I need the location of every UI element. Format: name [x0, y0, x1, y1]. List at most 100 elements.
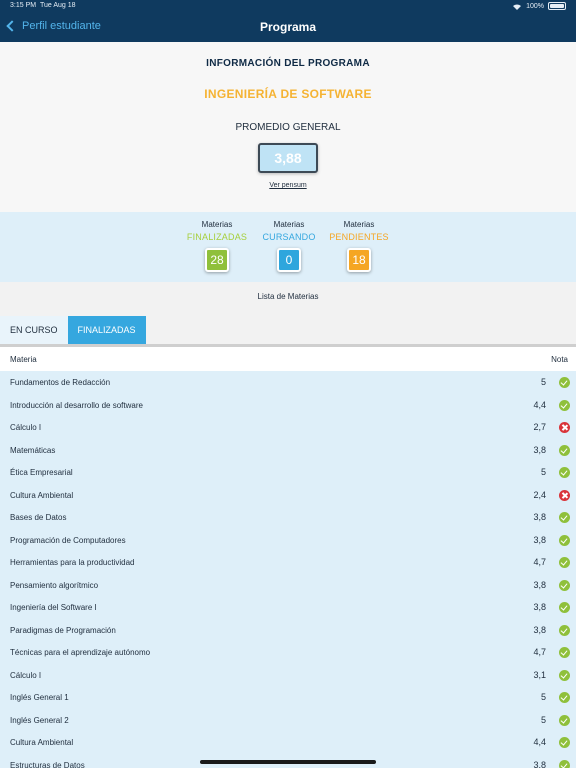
info-heading: INFORMACIÓN DEL PROGRAMA	[206, 58, 370, 69]
subject-name: Técnicas para el aprendizaje autónomo	[10, 648, 151, 657]
passed-check-icon	[559, 467, 570, 478]
table-row[interactable]: Inglés General 1 5	[0, 686, 576, 709]
home-indicator[interactable]	[200, 760, 376, 764]
counter-finalizadas: Materias FINALIZADAS 28	[177, 220, 257, 272]
table-row[interactable]: Herramientas para la productividad 4,7	[0, 551, 576, 574]
subject-name: Estructuras de Datos	[10, 760, 85, 768]
table-row[interactable]: Programación de Computadores 3,8	[0, 528, 576, 551]
table-row[interactable]: Introducción al desarrollo de software 4,…	[0, 393, 576, 416]
subject-grade: 4,7	[533, 557, 546, 567]
subject-name: Cultura Ambiental	[10, 490, 74, 500]
column-header-grade: Nota	[551, 355, 568, 364]
passed-check-icon	[559, 669, 570, 681]
average-value: 3,88	[258, 143, 318, 173]
passed-check-icon	[559, 512, 570, 523]
subject-name: Inglés General 2	[10, 715, 69, 725]
counter-label: CURSANDO	[262, 232, 316, 242]
passed-check-icon	[559, 759, 570, 768]
subject-name: Matemáticas	[10, 445, 56, 455]
passed-check-icon	[559, 444, 570, 456]
counter-value: 28	[205, 248, 229, 272]
subject-grade: 5	[540, 467, 546, 477]
passed-check-icon	[559, 602, 570, 613]
passed-check-icon	[559, 647, 570, 658]
subject-grade: 3,1	[533, 669, 546, 680]
average-label: PROMEDIO GENERAL	[235, 122, 341, 133]
subject-grade: 5	[540, 692, 546, 702]
subject-name: Fundamentos de Redacción	[10, 378, 111, 387]
counter-small-label: Materias	[273, 220, 305, 229]
battery-percent: 100%	[526, 2, 544, 10]
table-body: Fundamentos de Redacción 5 Introducción al…	[0, 371, 576, 768]
subject-name: Cálculo I	[10, 670, 42, 680]
subjects-table[interactable]: Materia Nota Fundamentos de Redacción 5 In…	[0, 347, 576, 768]
table-row[interactable]: Cultura Ambiental 2,4	[0, 483, 576, 506]
tab-en-curso[interactable]: EN CURSO	[0, 316, 68, 344]
subject-name: Pensamiento algorítmico	[10, 580, 99, 590]
table-row[interactable]: Matemáticas 3,8	[0, 438, 576, 461]
program-name: INGENIERÍA DE SOFTWARE	[204, 87, 372, 101]
subject-grade: 4,7	[533, 647, 546, 657]
subject-grade: 2,7	[533, 422, 546, 432]
counter-small-label: Materias	[343, 220, 375, 229]
table-row[interactable]: Cálculo I 2,7	[0, 416, 576, 439]
passed-check-icon	[559, 624, 570, 636]
table-row[interactable]: Inglés General 2 5	[0, 708, 576, 731]
status-time-date: 3:15 PM Tue Aug 18	[10, 2, 76, 9]
subject-grade: 4,4	[533, 737, 546, 747]
passed-check-icon	[559, 557, 570, 568]
table-row[interactable]: Fundamentos de Redacción 5	[0, 371, 576, 394]
wifi-icon	[513, 4, 522, 10]
counter-value: 0	[277, 248, 301, 272]
table-row[interactable]: Cálculo I 3,1	[0, 663, 576, 686]
subject-name: Cultura Ambiental	[10, 738, 74, 747]
subject-name: Inglés General 1	[10, 693, 69, 702]
subject-grade: 3,8	[533, 624, 546, 635]
passed-check-icon	[559, 377, 570, 388]
counter-label: PENDIENTES	[329, 232, 389, 242]
subject-name: Herramientas para la productividad	[10, 558, 135, 567]
subject-name: Bases de Datos	[10, 513, 67, 522]
tab-finalizadas[interactable]: FINALIZADAS	[67, 316, 146, 344]
battery-icon	[548, 2, 566, 10]
page-title: Programa	[259, 20, 317, 34]
subject-name: Introducción al desarrollo de software	[10, 400, 143, 410]
table-row[interactable]: Ética Empresarial 5	[0, 461, 576, 484]
counter-small-label: Materias	[201, 220, 233, 229]
subject-grade: 5	[540, 377, 546, 387]
subject-grade: 5	[540, 714, 546, 725]
table-row[interactable]: Pensamiento algorítmico 3,8	[0, 573, 576, 596]
table-row[interactable]: Ingeniería del Software I 3,8	[0, 596, 576, 619]
column-header-subject: Materia	[10, 355, 37, 364]
table-row[interactable]: Cultura Ambiental 4,4	[0, 731, 576, 754]
nav-bar: 3:15 PM Tue Aug 18 100% Perfil estudiant…	[0, 0, 576, 42]
subject-counters: Materias FINALIZADAS 28 Materias CURSAND…	[0, 212, 576, 282]
list-title: Lista de Materias	[257, 292, 319, 301]
subject-grade: 3,8	[533, 512, 546, 522]
tab-bar: EN CURSO FINALIZADAS	[0, 316, 146, 344]
subject-grade: 3,8	[533, 602, 546, 612]
subject-name: Ingeniería del Software I	[10, 603, 97, 612]
passed-check-icon	[559, 714, 570, 726]
table-row[interactable]: Paradigmas de Programación 3,8	[0, 618, 576, 641]
subject-grade: 3,8	[533, 759, 546, 768]
subject-grade: 3,8	[533, 534, 546, 545]
passed-check-icon	[559, 692, 570, 703]
subject-name: Cálculo I	[10, 423, 42, 432]
counter-pendientes: Materias PENDIENTES 18	[319, 220, 399, 272]
subject-grade: 3,8	[533, 579, 546, 590]
status-right: 100%	[512, 2, 566, 10]
table-row[interactable]: Técnicas para el aprendizaje autónomo 4,7	[0, 641, 576, 664]
status-bar: 3:15 PM Tue Aug 18 100%	[10, 2, 566, 12]
table-row[interactable]: Bases de Datos 3,8	[0, 506, 576, 529]
pensum-link[interactable]: Ver pensum	[0, 182, 576, 189]
table-header: Materia Nota	[0, 347, 576, 371]
failed-x-icon	[559, 489, 570, 501]
subject-name: Paradigmas de Programación	[10, 625, 116, 635]
passed-check-icon	[559, 534, 570, 546]
program-info: INFORMACIÓN DEL PROGRAMA INGENIERÍA DE S…	[0, 42, 576, 212]
subject-grade: 3,8	[533, 444, 546, 455]
passed-check-icon	[559, 737, 570, 748]
passed-check-icon	[559, 579, 570, 591]
counter-cursando: Materias CURSANDO 0	[249, 220, 329, 272]
